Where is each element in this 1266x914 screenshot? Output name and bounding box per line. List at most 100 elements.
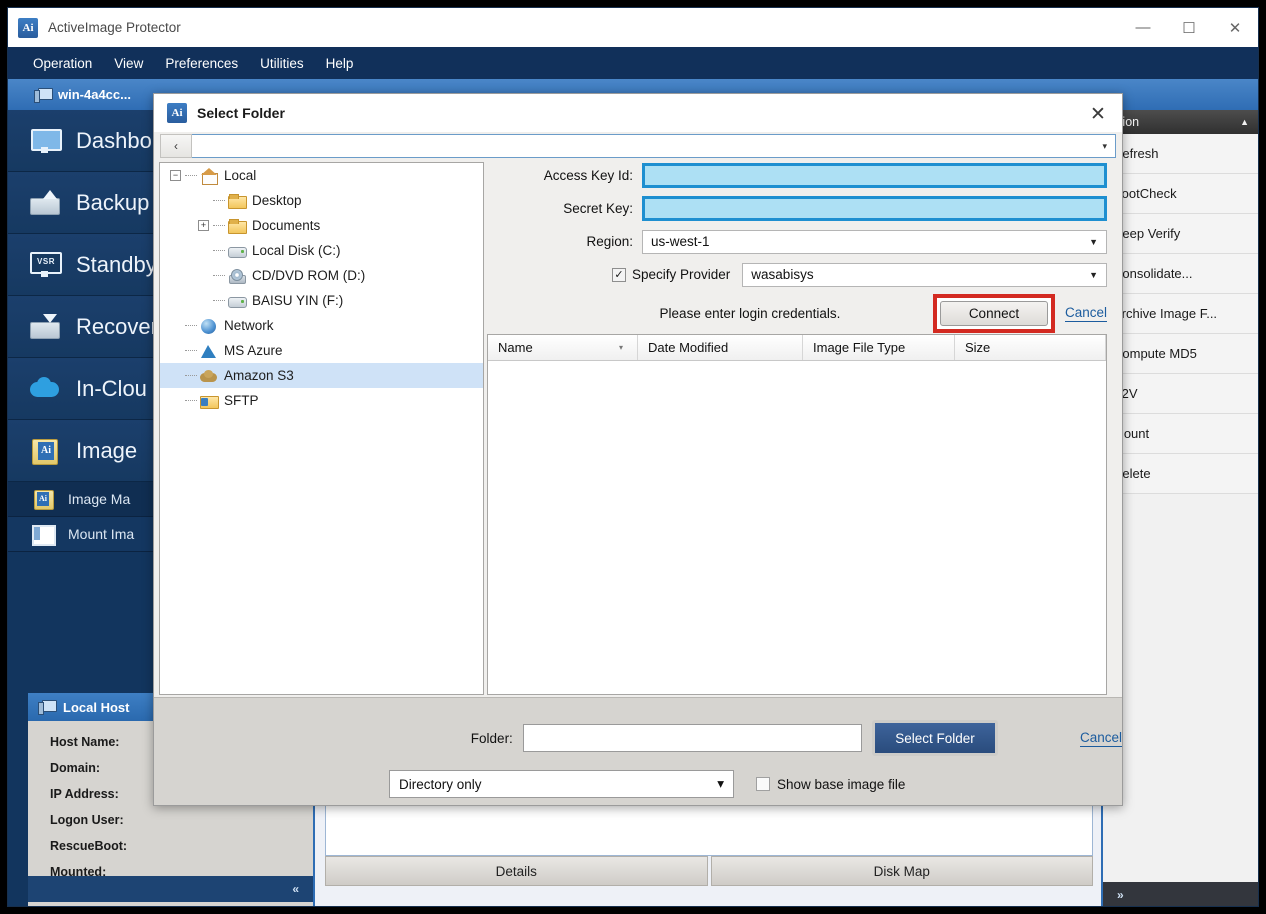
show-base-image-label: Show base image file [777, 776, 906, 792]
folder-icon [228, 218, 247, 234]
tree-line [213, 225, 225, 226]
dialog-cancel-link[interactable]: Cancel [1079, 730, 1122, 747]
computer-icon [34, 87, 53, 103]
column-size[interactable]: Size [955, 335, 1106, 360]
action-p2v[interactable]: P2V [1103, 374, 1258, 414]
action-refresh[interactable]: Refresh [1103, 134, 1258, 174]
image-book-icon [30, 438, 60, 465]
show-base-image-checkbox[interactable] [756, 777, 770, 791]
folder-tree[interactable]: − Local Desktop + Documents Local Disk (… [159, 162, 484, 695]
tab-host-label: win-4a4cc... [58, 87, 131, 102]
tree-item-local[interactable]: − Local [160, 163, 483, 188]
tree-item-baisu-yin-f[interactable]: BAISU YIN (F:) [160, 288, 483, 313]
sidebar-label-in-cloud: In-Clou [76, 375, 147, 401]
minimize-button[interactable]: — [1120, 8, 1166, 47]
connect-row: Please enter login credentials. Connect … [487, 293, 1117, 333]
provider-row: ✓ Specify Provider wasabisys ▼ [487, 261, 1117, 288]
tree-line [185, 350, 197, 351]
cloud-icon [30, 376, 60, 402]
tree-item-amazon-s3[interactable]: Amazon S3 [160, 363, 483, 388]
tab-host[interactable]: win-4a4cc... [8, 79, 147, 110]
menu-view[interactable]: View [103, 52, 154, 75]
file-list-header: Name ▾ Date Modified Image File Type Siz… [488, 335, 1106, 361]
chevron-down-icon: ▼ [1089, 236, 1098, 247]
secret-key-row: Secret Key: [487, 195, 1117, 222]
tree-line [185, 400, 197, 401]
sidebar-collapse-bar[interactable]: « [28, 876, 313, 902]
tree-label-local: Local [224, 168, 257, 183]
show-base-image-row[interactable]: Show base image file [756, 777, 905, 792]
column-name[interactable]: Name ▾ [488, 335, 638, 360]
action-archive-image-file[interactable]: Archive Image F... [1103, 294, 1258, 334]
tree-item-network[interactable]: Network [160, 313, 483, 338]
app-logo-icon: Ai [18, 17, 38, 38]
window-icon [32, 524, 56, 546]
action-consolidate[interactable]: Consolidate... [1103, 254, 1258, 294]
specify-provider-checkbox[interactable]: ✓ [612, 267, 626, 282]
action-bootcheck[interactable]: BootCheck [1103, 174, 1258, 214]
filter-select[interactable]: Directory only ▾ [389, 770, 734, 798]
sidebar-label-recovery: Recover [76, 313, 158, 339]
panel-expand-bar[interactable]: » [1103, 882, 1258, 906]
maximize-button[interactable]: ☐ [1166, 8, 1212, 47]
filter-value: Directory only [399, 776, 482, 792]
select-folder-button[interactable]: Select Folder [872, 720, 998, 756]
path-back-button[interactable]: ‹ [160, 134, 192, 158]
region-select[interactable]: us-west-1 ▼ [642, 229, 1107, 254]
tree-item-sftp[interactable]: SFTP [160, 388, 483, 413]
folder-input[interactable] [522, 724, 863, 752]
action-compute-md5[interactable]: Compute MD5 [1103, 334, 1258, 374]
title-bar: Ai ActiveImage Protector — ☐ ✕ [8, 8, 1258, 47]
action-deep-verify[interactable]: Deep Verify [1103, 214, 1258, 254]
connect-cancel-link[interactable]: Cancel [1064, 305, 1107, 322]
column-name-label: Name [498, 340, 533, 355]
menu-help[interactable]: Help [315, 52, 365, 75]
folder-row: Folder: Select Folder Cancel [154, 720, 1122, 756]
access-key-input[interactable] [642, 163, 1107, 188]
action-mount[interactable]: Mount [1103, 414, 1258, 454]
tree-item-documents[interactable]: + Documents [160, 213, 483, 238]
home-icon [200, 167, 218, 185]
operation-panel: ation ▲ Refresh BootCheck Deep Verify Co… [1101, 110, 1258, 906]
action-delete[interactable]: Delete [1103, 454, 1258, 494]
path-input[interactable]: ▾ [192, 134, 1116, 158]
credentials-pane: Access Key Id: Secret Key: Region: us-we… [487, 162, 1117, 695]
chevron-down-icon[interactable]: ▾ [1102, 141, 1107, 152]
sidebar-label-image: Image [76, 437, 138, 463]
image-book-small-icon [32, 489, 54, 510]
menu-utilities[interactable]: Utilities [249, 52, 315, 75]
drive-up-icon [30, 189, 60, 216]
expand-expander-icon[interactable]: + [198, 220, 209, 231]
specify-provider-label: Specify Provider [632, 267, 731, 282]
drive-down-icon [30, 313, 60, 340]
tree-label-local-disk-c: Local Disk (C:) [252, 243, 341, 258]
region-value: us-west-1 [651, 234, 710, 249]
connect-button[interactable]: Connect [939, 300, 1048, 326]
tree-line [213, 200, 225, 201]
tree-line [185, 375, 197, 376]
collapse-expander-icon[interactable]: − [170, 170, 181, 181]
column-image-file-type[interactable]: Image File Type [803, 335, 955, 360]
tree-item-local-disk-c[interactable]: Local Disk (C:) [160, 238, 483, 263]
content-tabs: Details Disk Map [325, 856, 1093, 886]
dialog-close-icon[interactable]: ✕ [1086, 102, 1110, 126]
tab-disk-map[interactable]: Disk Map [710, 856, 1093, 886]
cd-icon [228, 268, 246, 284]
file-list[interactable]: Name ▾ Date Modified Image File Type Siz… [487, 334, 1107, 695]
filter-row: Directory only ▾ Show base image file [154, 770, 1122, 798]
tree-item-cd-dvd-rom-d[interactable]: CD/DVD ROM (D:) [160, 263, 483, 288]
tree-line [185, 325, 197, 326]
region-row: Region: us-west-1 ▼ [487, 228, 1117, 255]
close-button[interactable]: ✕ [1212, 8, 1258, 47]
tree-item-desktop[interactable]: Desktop [160, 188, 483, 213]
menu-preferences[interactable]: Preferences [154, 52, 249, 75]
menu-operation[interactable]: Operation [22, 52, 103, 75]
provider-select[interactable]: wasabisys ▼ [742, 262, 1107, 287]
operation-panel-header[interactable]: ation ▲ [1103, 110, 1258, 134]
secret-key-input[interactable] [642, 196, 1107, 221]
tab-details[interactable]: Details [325, 856, 708, 886]
sidebar-label-image-manager: Image Ma [68, 491, 131, 507]
column-date-modified[interactable]: Date Modified [638, 335, 803, 360]
tree-label-documents: Documents [252, 218, 321, 233]
tree-item-ms-azure[interactable]: MS Azure [160, 338, 483, 363]
